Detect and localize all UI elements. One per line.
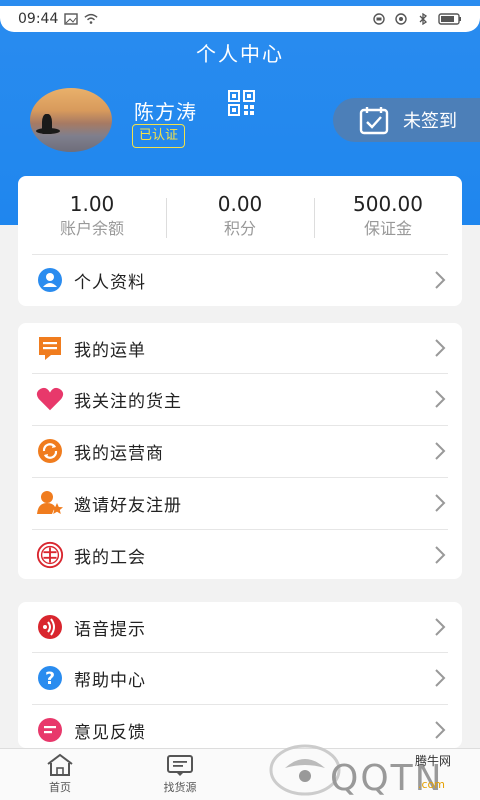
home-icon xyxy=(47,753,73,776)
image-icon xyxy=(64,13,79,25)
nav-label: 首页 xyxy=(49,781,71,794)
menu-item-followed-shippers[interactable]: 我关注的货主 xyxy=(18,374,462,424)
account-card: 1.00 账户余额 0.00 积分 500.00 保证金 个人资料 xyxy=(18,176,462,306)
stat-label: 账户余额 xyxy=(59,219,124,238)
watermark-domain: .com xyxy=(418,778,445,791)
menu-item-invite-friend[interactable]: 邀请好友注册 xyxy=(18,478,462,528)
nav-home[interactable]: 首页 xyxy=(25,753,95,795)
menu-item-voice[interactable]: 语音提示 xyxy=(18,602,462,652)
menu-item-label: 帮助中心 xyxy=(74,670,146,691)
operator-icon xyxy=(36,437,64,465)
avatar[interactable] xyxy=(30,88,112,152)
qr-code-icon[interactable] xyxy=(228,90,256,116)
profile-icon xyxy=(36,266,64,294)
avatar-reflection xyxy=(36,128,60,134)
signin-label: 未签到 xyxy=(403,111,457,132)
menu-item-waybill[interactable]: 我的运单 xyxy=(18,323,462,373)
heart-icon xyxy=(36,385,64,413)
watermark-site: 腾牛网 xyxy=(415,754,452,768)
help-icon: ? xyxy=(36,664,64,692)
union-icon xyxy=(36,541,64,569)
menu-item-label: 语音提示 xyxy=(74,619,146,640)
status-time: 09:44 xyxy=(18,11,59,27)
menu-group-1: 我的运单 我关注的货主 我的运营商 邀请好友注册 我的工会 xyxy=(18,323,462,579)
menu-item-label: 邀请好友注册 xyxy=(74,495,182,516)
chevron-right-icon xyxy=(435,271,446,289)
menu-item-operator[interactable]: 我的运营商 xyxy=(18,426,462,476)
nav-label: 找货源 xyxy=(163,781,197,794)
chevron-right-icon xyxy=(435,339,446,357)
bluetooth-icon xyxy=(419,13,428,25)
calendar-check-icon xyxy=(359,107,389,135)
menu-item-label: 我的运单 xyxy=(74,340,146,361)
battery-icon xyxy=(438,13,461,25)
chevron-right-icon xyxy=(435,390,446,408)
chevron-right-icon xyxy=(435,618,446,636)
status-bar: 09:44 xyxy=(0,6,480,32)
menu-item-help[interactable]: ? 帮助中心 xyxy=(18,653,462,703)
signin-button[interactable]: 未签到 xyxy=(333,98,480,142)
stat-label: 积分 xyxy=(223,219,256,238)
chevron-right-icon xyxy=(435,669,446,687)
location-icon xyxy=(395,13,407,25)
user-name: 陈方涛 xyxy=(134,100,197,124)
voice-icon xyxy=(36,613,64,641)
stat-value: 500.00 xyxy=(353,192,423,216)
menu-item-profile[interactable]: 个人资料 xyxy=(18,255,462,305)
nav-find-goods[interactable]: 找货源 xyxy=(145,753,215,795)
stat-value: 1.00 xyxy=(69,192,115,216)
feedback-icon xyxy=(36,716,64,744)
waybill-icon xyxy=(36,334,64,362)
page-title: 个人中心 xyxy=(196,42,284,66)
vpn-icon xyxy=(373,13,385,25)
menu-item-label: 意见反馈 xyxy=(74,722,146,743)
menu-item-label: 我关注的货主 xyxy=(74,391,182,412)
menu-item-union[interactable]: 我的工会 xyxy=(18,530,462,580)
svg-text:?: ? xyxy=(45,669,55,689)
stat-value: 0.00 xyxy=(217,192,263,216)
menu-item-label: 个人资料 xyxy=(74,272,146,293)
chevron-right-icon xyxy=(435,721,446,739)
menu-item-label: 我的运营商 xyxy=(74,443,164,464)
stats-row: 1.00 账户余额 0.00 积分 500.00 保证金 xyxy=(18,190,462,248)
stat-deposit[interactable]: 500.00 保证金 xyxy=(314,190,462,248)
menu-group-2: 语音提示 ? 帮助中心 意见反馈 xyxy=(18,602,462,748)
invite-friend-icon xyxy=(36,489,64,517)
wifi-icon xyxy=(84,13,98,24)
stat-label: 保证金 xyxy=(363,219,412,238)
menu-item-label: 我的工会 xyxy=(74,547,146,568)
stat-balance[interactable]: 1.00 账户余额 xyxy=(18,190,166,248)
stat-points[interactable]: 0.00 积分 xyxy=(166,190,314,248)
verified-badge: 已认证 xyxy=(132,124,186,148)
find-goods-icon xyxy=(167,755,193,776)
chevron-right-icon xyxy=(435,546,446,564)
chevron-right-icon xyxy=(435,494,446,512)
chevron-right-icon xyxy=(435,442,446,460)
